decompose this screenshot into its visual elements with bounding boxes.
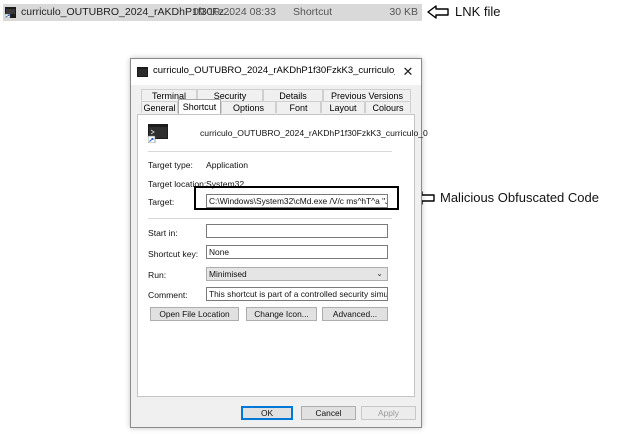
tab-font[interactable]: Font [276, 101, 321, 113]
lnk-file-annotation: LNK file [455, 4, 501, 19]
separator [148, 218, 392, 219]
tab-previous-versions[interactable]: Previous Versions [323, 89, 411, 101]
dialog-title: curriculo_OUTUBRO_2024_rAKDhP1f30FzkK3_c… [153, 65, 395, 76]
file-type: Shortcut [293, 6, 333, 18]
terminal-icon [137, 67, 148, 77]
arrow-left-icon [427, 5, 449, 19]
target-type-label: Target type: [148, 160, 193, 170]
shortcut-tab-panel: curriculo_OUTUBRO_2024_rAKDhP1f30FzkK3_c… [137, 114, 428, 397]
comment-input[interactable]: This shortcut is part of a controlled se… [206, 287, 388, 301]
tab-options[interactable]: Options [221, 101, 276, 113]
cancel-button[interactable]: Cancel [301, 406, 356, 420]
file-size: 30 KB [389, 6, 418, 18]
tab-shortcut[interactable]: Shortcut [178, 99, 221, 114]
file-date: 09-10-2024 08:33 [193, 6, 276, 18]
title-bar[interactable]: curriculo_OUTUBRO_2024_rAKDhP1f30FzkK3_c… [131, 59, 421, 85]
open-file-location-button[interactable]: Open File Location [150, 307, 239, 321]
tab-details[interactable]: Details [263, 89, 323, 101]
apply-button[interactable]: Apply [361, 406, 416, 420]
tab-general[interactable]: General [141, 101, 178, 113]
separator [148, 151, 392, 152]
ok-button[interactable]: OK [241, 406, 293, 420]
shortcut-file-icon [5, 7, 16, 18]
run-select[interactable]: Minimised ⌄ [206, 267, 388, 281]
shortcut-name: curriculo_OUTUBRO_2024_rAKDhP1f30FzkK3_c… [200, 128, 428, 138]
target-label: Target: [148, 197, 175, 207]
target-type-value: Application [206, 160, 249, 170]
properties-dialog: curriculo_OUTUBRO_2024_rAKDhP1f30FzkK3_c… [130, 58, 428, 428]
terminal-icon [148, 124, 168, 143]
start-in-input[interactable] [206, 224, 388, 238]
shortcut-key-label: Shortcut key: [148, 249, 199, 259]
run-select-value: Minimised [209, 269, 247, 279]
run-label: Run: [148, 270, 167, 280]
change-icon-button[interactable]: Change Icon... [246, 307, 317, 321]
close-button[interactable]: ✕ [395, 59, 421, 85]
tab-layout[interactable]: Layout [321, 101, 365, 113]
chevron-down-icon: ⌄ [376, 269, 383, 278]
shortcut-key-input[interactable]: None [206, 245, 388, 259]
target-highlight-box [194, 186, 399, 210]
start-in-label: Start in: [148, 228, 178, 238]
malicious-code-annotation: Malicious Obfuscated Code [440, 190, 599, 205]
comment-label: Comment: [148, 290, 188, 300]
tab-colours[interactable]: Colours [365, 101, 411, 113]
file-list-row[interactable]: curriculo_OUTUBRO_2024_rAKDhP1f30Fz... 0… [3, 4, 422, 21]
advanced-button[interactable]: Advanced... [322, 307, 388, 321]
